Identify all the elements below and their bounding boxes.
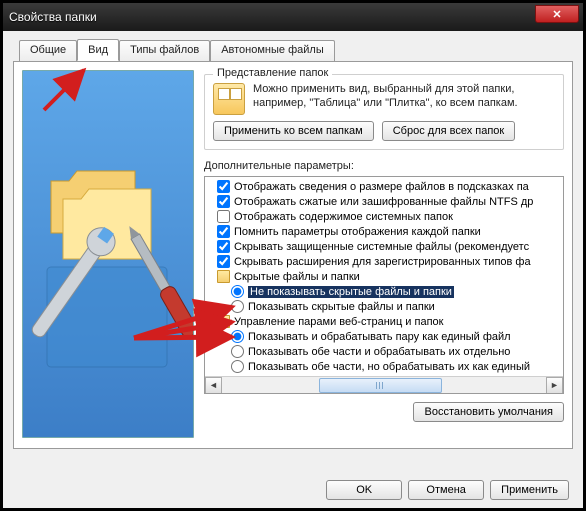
checkbox[interactable] (217, 210, 230, 223)
group-web-pairs: Управление парами веб-страниц и папок (209, 314, 561, 329)
opt-pair-both-sep[interactable]: Показывать обе части и обрабатывать их о… (209, 344, 561, 359)
horizontal-scrollbar[interactable]: ◄ ► (205, 376, 563, 393)
opt-pair-both-one[interactable]: Показывать обе части, но обрабатывать их… (209, 359, 561, 374)
tab-panel: Представление папок Можно применить вид,… (13, 61, 573, 449)
folder-icon (217, 270, 230, 283)
ok-button[interactable]: OK (326, 480, 402, 500)
titlebar: Свойства папки ✕ (3, 3, 583, 31)
radio[interactable] (231, 300, 244, 313)
group-description: Можно применить вид, выбранный для этой … (253, 83, 555, 115)
folder-views-group: Представление папок Можно применить вид,… (204, 74, 564, 150)
opt-remember[interactable]: Помнить параметры отображения каждой пап… (209, 224, 561, 239)
opt-contents[interactable]: Отображать содержимое системных папок (209, 209, 561, 224)
cancel-button[interactable]: Отмена (408, 480, 484, 500)
window-title: Свойства папки (9, 10, 97, 24)
radio[interactable] (231, 330, 244, 343)
checkbox[interactable] (217, 195, 230, 208)
tab-general[interactable]: Общие (19, 40, 77, 62)
apply-all-folders-button[interactable]: Применить ко всем папкам (213, 121, 374, 141)
radio[interactable] (231, 285, 244, 298)
group-legend: Представление папок (213, 67, 332, 79)
opt-size-tips[interactable]: Отображать сведения о размере файлов в п… (209, 179, 561, 194)
opt-show-hidden[interactable]: Показывать скрытые файлы и папки (209, 299, 561, 314)
opt-hide-ext[interactable]: Скрывать расширения для зарегистрированн… (209, 254, 561, 269)
close-icon: ✕ (552, 8, 561, 21)
opt-compressed[interactable]: Отображать сжатые или зашифрованные файл… (209, 194, 561, 209)
opt-hide-hidden[interactable]: Не показывать скрытые файлы и папки (209, 284, 561, 299)
scroll-thumb[interactable] (319, 378, 442, 393)
advanced-label: Дополнительные параметры: (204, 160, 564, 172)
group-hidden-files: Скрытые файлы и папки (209, 269, 561, 284)
opt-hide-protected[interactable]: Скрывать защищенные системные файлы (рек… (209, 239, 561, 254)
tab-offline[interactable]: Автономные файлы (210, 40, 335, 62)
close-button[interactable]: ✕ (535, 5, 579, 23)
folder-illustration (22, 70, 194, 438)
radio[interactable] (231, 360, 244, 373)
restore-defaults-button[interactable]: Восстановить умолчания (413, 402, 564, 422)
tab-filetypes[interactable]: Типы файлов (119, 40, 210, 62)
tiles-icon (213, 83, 245, 115)
radio[interactable] (231, 345, 244, 358)
checkbox[interactable] (217, 255, 230, 268)
checkbox[interactable] (217, 240, 230, 253)
tab-view[interactable]: Вид (77, 39, 119, 61)
checkbox[interactable] (217, 180, 230, 193)
scroll-right-arrow-icon[interactable]: ► (546, 377, 563, 394)
advanced-tree[interactable]: Отображать сведения о размере файлов в п… (204, 176, 564, 394)
apply-button[interactable]: Применить (490, 480, 569, 500)
checkbox[interactable] (217, 225, 230, 238)
scroll-left-arrow-icon[interactable]: ◄ (205, 377, 222, 394)
dialog-buttons: OK Отмена Применить (3, 480, 583, 500)
tabstrip: Общие Вид Типы файлов Автономные файлы (19, 39, 573, 61)
opt-pair-single[interactable]: Показывать и обрабатывать пару как едины… (209, 329, 561, 344)
scroll-track[interactable] (222, 377, 546, 394)
folder-icon (217, 315, 230, 328)
reset-all-folders-button[interactable]: Сброс для всех папок (382, 121, 516, 141)
